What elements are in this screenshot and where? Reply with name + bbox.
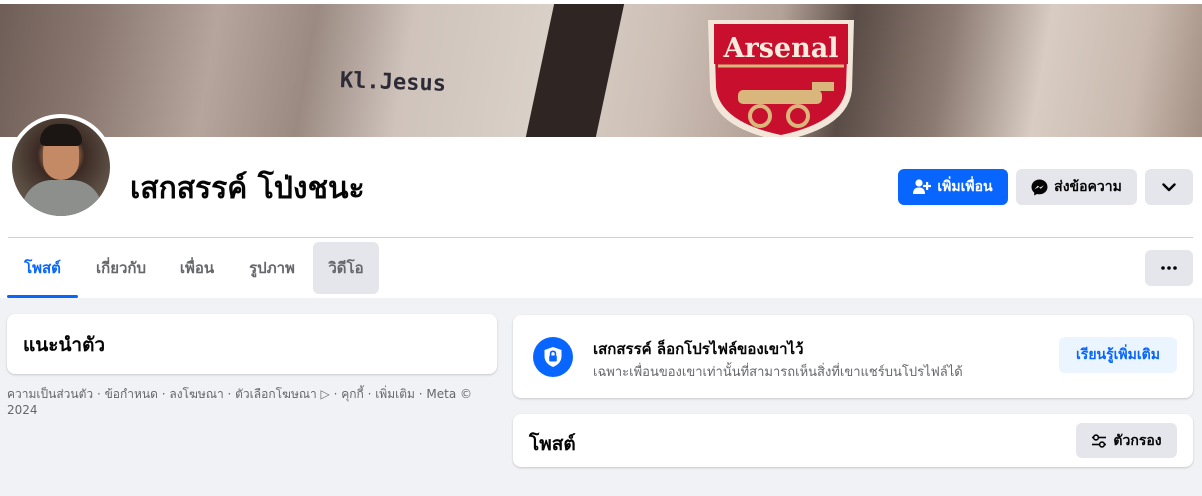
add-friend-button[interactable]: เพิ่มเพื่อน bbox=[898, 169, 1008, 205]
shield-lock-icon bbox=[533, 337, 573, 377]
more-dots-icon bbox=[1161, 266, 1177, 270]
tab-photos[interactable]: รูปภาพ bbox=[236, 242, 308, 294]
lock-subtitle: เฉพาะเพื่อนของเขาเท่านั้นที่สามารถเห็นสิ… bbox=[593, 365, 963, 380]
cover-shirt-text: Kl.Jesus bbox=[339, 68, 447, 97]
intro-title: แนะนำตัว bbox=[23, 334, 106, 356]
footer-links[interactable]: ความเป็นส่วนตัว · ข้อกำหนด · ลงโฆษณา · ต… bbox=[7, 386, 487, 418]
profile-name: เสกสรรค์ โป่งชนะ bbox=[130, 171, 365, 206]
message-button[interactable]: ส่งข้อความ bbox=[1016, 169, 1137, 205]
tab-posts[interactable]: โพสต์ bbox=[7, 242, 78, 298]
tab-about[interactable]: เกี่ยวกับ bbox=[82, 242, 160, 294]
add-friend-label: เพิ่มเพื่อน bbox=[937, 179, 993, 195]
message-label: ส่งข้อความ bbox=[1054, 179, 1122, 195]
filter-button[interactable]: ตัวกรอง bbox=[1076, 423, 1177, 458]
filter-label: ตัวกรอง bbox=[1113, 432, 1162, 449]
tab-photos-label: รูปภาพ bbox=[249, 259, 295, 277]
tab-posts-label: โพสต์ bbox=[24, 259, 61, 277]
lock-title: เสกสรรค์ ล็อกโปรไฟล์ของเขาไว้ bbox=[593, 340, 804, 358]
avatar-photo bbox=[12, 118, 110, 216]
header-divider bbox=[8, 237, 1193, 238]
profile-more-button[interactable] bbox=[1145, 250, 1193, 286]
more-options-button[interactable] bbox=[1145, 169, 1193, 205]
filter-sliders-icon bbox=[1092, 433, 1107, 448]
messenger-icon bbox=[1031, 179, 1048, 195]
intro-card: แนะนำตัว bbox=[7, 314, 497, 374]
tab-videos-label: วิดีโอ bbox=[328, 259, 364, 277]
learn-more-button[interactable]: เรียนรู้เพิ่มเติม bbox=[1059, 337, 1177, 373]
profile-avatar[interactable] bbox=[8, 114, 114, 220]
arsenal-crest-icon: Arsenal bbox=[708, 20, 854, 137]
chevron-down-icon bbox=[1162, 182, 1176, 191]
tab-about-label: เกี่ยวกับ bbox=[95, 259, 147, 277]
locked-profile-notice: เสกสรรค์ ล็อกโปรไฟล์ของเขาไว้ เฉพาะเพื่อ… bbox=[513, 315, 1193, 398]
posts-title: โพสต์ bbox=[529, 433, 576, 455]
tab-videos[interactable]: วิดีโอ bbox=[313, 242, 379, 294]
cover-tie-shape bbox=[525, 4, 625, 137]
crest-text: Arsenal bbox=[723, 33, 839, 64]
profile-header: Kl.Jesus Arsenal เสกสรรค์ โป่งชนะ เพิ่มเ… bbox=[0, 0, 1202, 298]
tab-friends[interactable]: เพื่อน bbox=[164, 242, 230, 294]
cover-photo[interactable]: Kl.Jesus Arsenal bbox=[0, 4, 1202, 137]
posts-card: โพสต์ ตัวกรอง bbox=[513, 414, 1193, 467]
person-add-icon bbox=[913, 179, 932, 194]
tab-friends-label: เพื่อน bbox=[179, 259, 215, 277]
